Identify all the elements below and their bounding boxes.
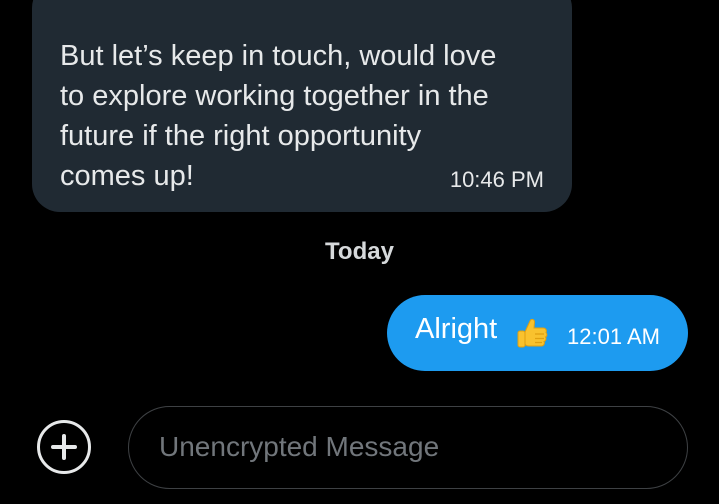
plus-icon xyxy=(51,434,77,460)
thumbs-up-icon xyxy=(515,315,551,351)
outgoing-message-text: Alright xyxy=(415,313,498,345)
message-composer[interactable] xyxy=(128,406,688,489)
message-input[interactable] xyxy=(159,407,659,487)
incoming-message-time: 10:46 PM xyxy=(449,167,544,192)
outgoing-message-time: 12:01 AM xyxy=(567,324,660,349)
day-divider: Today xyxy=(325,238,394,265)
incoming-message-bubble[interactable]: But let’s keep in touch, would love to e… xyxy=(32,0,572,212)
add-attachment-button[interactable] xyxy=(37,420,91,474)
outgoing-message-bubble[interactable]: Alright 12:01 AM xyxy=(387,295,688,371)
